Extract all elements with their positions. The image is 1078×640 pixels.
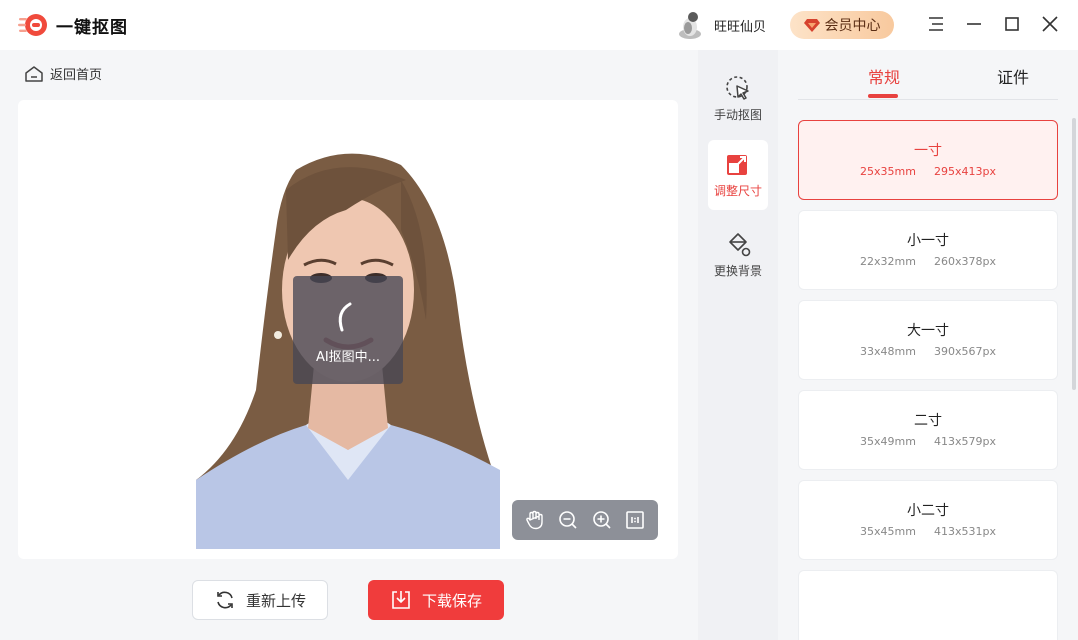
size-dimensions: 35x49mm 413x579px bbox=[799, 435, 1057, 448]
size-card-partial[interactable] bbox=[798, 570, 1058, 640]
actual-size-icon bbox=[624, 509, 646, 531]
size-dimensions: 25x35mm 295x413px bbox=[799, 165, 1057, 178]
image-canvas[interactable]: AI抠图中... bbox=[18, 100, 678, 559]
reupload-label: 重新上传 bbox=[246, 590, 306, 611]
title-bar: 一键抠图 旺旺仙贝 会员中心 bbox=[0, 0, 1078, 50]
size-mm: 33x48mm bbox=[860, 345, 916, 358]
home-icon bbox=[24, 65, 44, 83]
hand-icon bbox=[524, 509, 546, 531]
size-name: 大一寸 bbox=[799, 320, 1057, 340]
size-mm: 35x45mm bbox=[860, 525, 916, 538]
diamond-icon bbox=[804, 18, 820, 32]
tab-regular[interactable]: 常规 bbox=[868, 64, 900, 88]
tool-resize-label: 调整尺寸 bbox=[714, 182, 762, 199]
size-dimensions: 22x32mm 260x378px bbox=[799, 255, 1057, 268]
tool-change-background[interactable]: 更换背景 bbox=[708, 220, 768, 290]
image-toolbar bbox=[512, 500, 658, 540]
download-save-label: 下载保存 bbox=[422, 590, 482, 611]
close-icon[interactable] bbox=[1040, 14, 1060, 34]
size-card-1inch[interactable]: 一寸 25x35mm 295x413px bbox=[798, 120, 1058, 200]
minimize-icon[interactable] bbox=[964, 14, 984, 34]
size-px: 260x378px bbox=[934, 255, 996, 268]
size-mm: 35x49mm bbox=[860, 435, 916, 448]
size-name: 一寸 bbox=[799, 140, 1057, 160]
zoom-in-icon bbox=[591, 509, 613, 531]
size-card-large-1inch[interactable]: 大一寸 33x48mm 390x567px bbox=[798, 300, 1058, 380]
tool-resize[interactable]: 调整尺寸 bbox=[708, 140, 768, 210]
size-name: 二寸 bbox=[799, 410, 1057, 430]
size-card-small-1inch[interactable]: 小一寸 22x32mm 260x378px bbox=[798, 210, 1058, 290]
size-dimensions: 33x48mm 390x567px bbox=[799, 345, 1057, 358]
app-title: 一键抠图 bbox=[56, 13, 128, 38]
maximize-icon[interactable] bbox=[1002, 14, 1022, 34]
size-tabs: 常规 证件 bbox=[798, 50, 1058, 100]
size-px: 390x567px bbox=[934, 345, 996, 358]
size-name: 小二寸 bbox=[799, 500, 1057, 520]
size-card-2inch[interactable]: 二寸 35x49mm 413x579px bbox=[798, 390, 1058, 470]
user-name[interactable]: 旺旺仙贝 bbox=[714, 16, 766, 35]
tool-change-background-label: 更换背景 bbox=[714, 262, 762, 279]
size-list-scrollbar[interactable] bbox=[1072, 118, 1076, 390]
size-panel: 常规 证件 一寸 25x35mm 295x413px 小一寸 22x32mm 260… bbox=[778, 50, 1078, 640]
zoom-out-icon bbox=[557, 509, 579, 531]
size-mm: 25x35mm bbox=[860, 165, 916, 178]
tab-id-photo[interactable]: 证件 bbox=[997, 64, 1029, 88]
menu-icon[interactable] bbox=[926, 14, 946, 34]
loading-text: AI抠图中... bbox=[293, 346, 403, 365]
vip-center-button[interactable]: 会员中心 bbox=[790, 11, 894, 39]
size-name: 小一寸 bbox=[799, 230, 1057, 250]
zoom-in-button[interactable] bbox=[590, 508, 614, 532]
resize-icon bbox=[724, 150, 752, 178]
size-px: 295x413px bbox=[934, 165, 996, 178]
size-px: 413x579px bbox=[934, 435, 996, 448]
vip-center-label: 会员中心 bbox=[825, 15, 881, 35]
size-dimensions: 35x45mm 413x531px bbox=[799, 525, 1057, 538]
reupload-button[interactable]: 重新上传 bbox=[192, 580, 328, 620]
size-card-small-2inch[interactable]: 小二寸 35x45mm 413x531px bbox=[798, 480, 1058, 560]
loading-overlay: AI抠图中... bbox=[293, 276, 403, 384]
paint-bucket-icon bbox=[724, 230, 752, 258]
manual-cutout-icon bbox=[724, 74, 752, 102]
download-icon bbox=[390, 589, 412, 611]
download-save-button[interactable]: 下载保存 bbox=[368, 580, 504, 620]
user-avatar[interactable] bbox=[676, 10, 704, 40]
active-tab-indicator bbox=[868, 94, 898, 98]
size-mm: 22x32mm bbox=[860, 255, 916, 268]
back-home-label: 返回首页 bbox=[50, 64, 102, 83]
tool-manual-cutout-label: 手动抠图 bbox=[714, 106, 762, 123]
app-logo-icon bbox=[18, 12, 48, 38]
refresh-icon bbox=[214, 589, 236, 611]
actual-size-button[interactable] bbox=[623, 508, 647, 532]
tool-column: 手动抠图 调整尺寸 更换背景 bbox=[698, 50, 778, 640]
loading-spinner-icon bbox=[328, 298, 368, 338]
size-px: 413x531px bbox=[934, 525, 996, 538]
tool-manual-cutout[interactable]: 手动抠图 bbox=[708, 64, 768, 134]
back-home-link[interactable]: 返回首页 bbox=[24, 64, 102, 83]
zoom-out-button[interactable] bbox=[556, 508, 580, 532]
pan-tool-button[interactable] bbox=[523, 508, 547, 532]
